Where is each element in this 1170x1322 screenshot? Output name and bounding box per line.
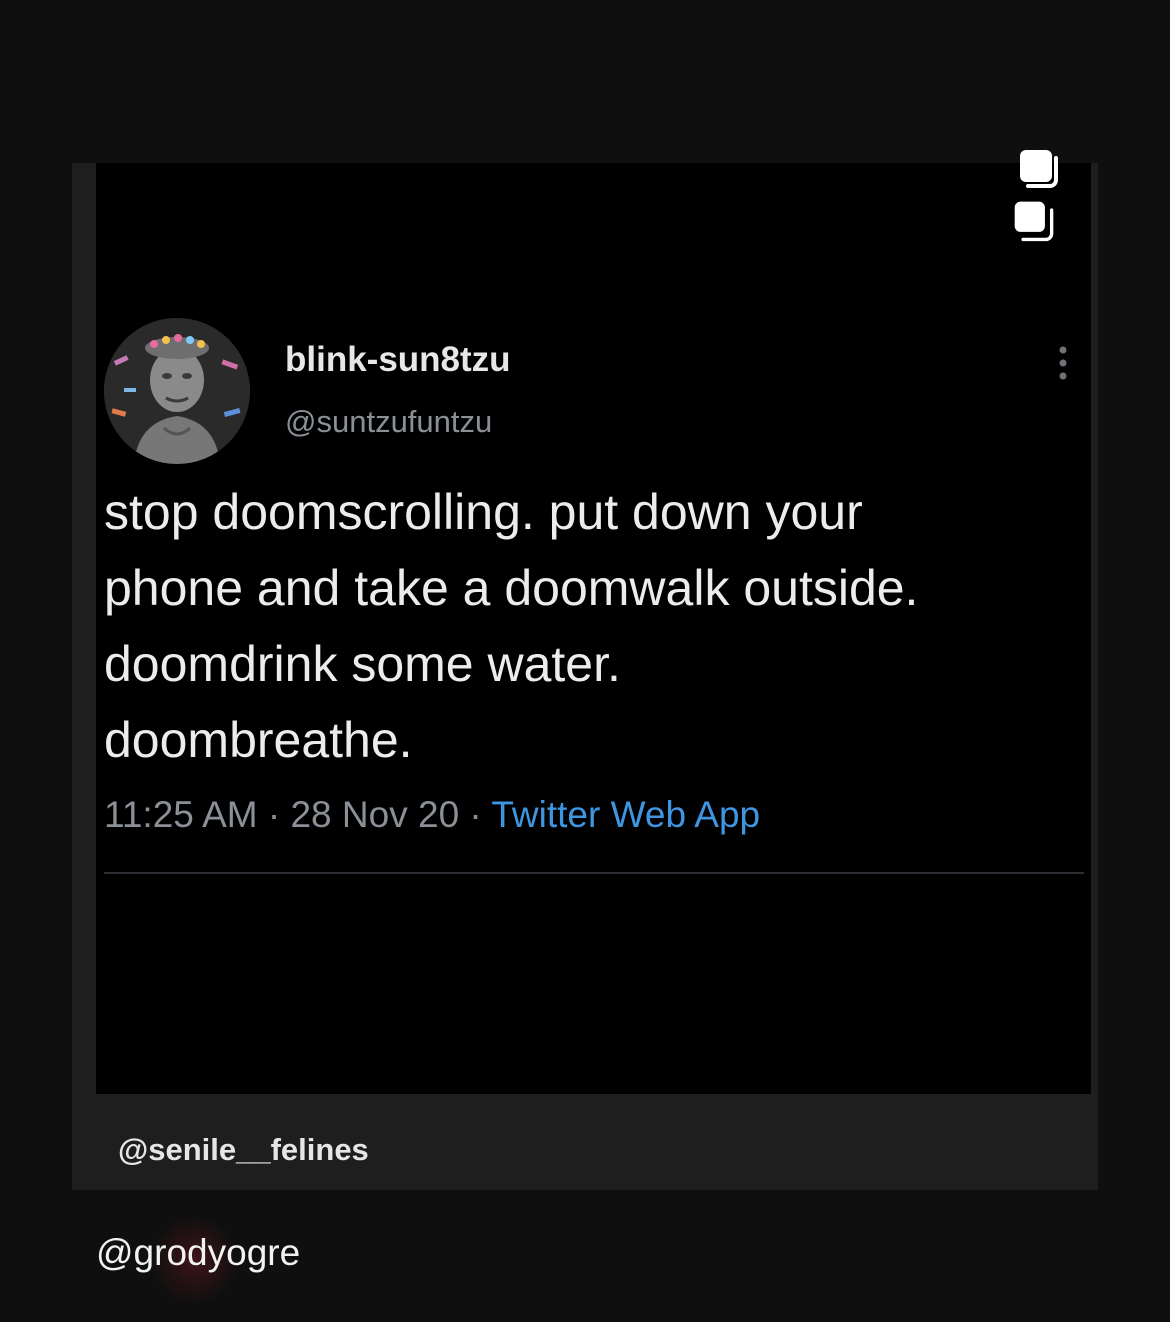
tweet-time: 11:25 AM — [104, 794, 258, 835]
tweet-text: stop doomscrolling. put down your phone … — [104, 484, 919, 768]
tweet-source-link[interactable]: Twitter Web App — [491, 794, 760, 835]
top-bar — [0, 0, 1170, 158]
user-handle[interactable]: @suntzufuntzu — [285, 404, 492, 440]
divider — [104, 872, 1084, 874]
multi-post-icon[interactable] — [1013, 200, 1055, 242]
meta-separator: · — [459, 794, 492, 835]
credit-handle[interactable]: @senile__felines — [118, 1132, 369, 1168]
footer-handle[interactable]: @grodyogre — [96, 1232, 300, 1274]
more-vertical-icon[interactable] — [1052, 344, 1074, 382]
tweet-meta: 11:25 AM · 28 Nov 20 · Twitter Web App — [104, 794, 760, 836]
meta-separator: · — [257, 794, 291, 835]
multi-post-icon — [1020, 150, 1058, 188]
tweet-date: 28 Nov 20 — [290, 794, 460, 835]
avatar-statue-icon — [104, 318, 250, 464]
avatar[interactable] — [104, 318, 250, 464]
display-name[interactable]: blink-sun8tzu — [285, 340, 511, 380]
